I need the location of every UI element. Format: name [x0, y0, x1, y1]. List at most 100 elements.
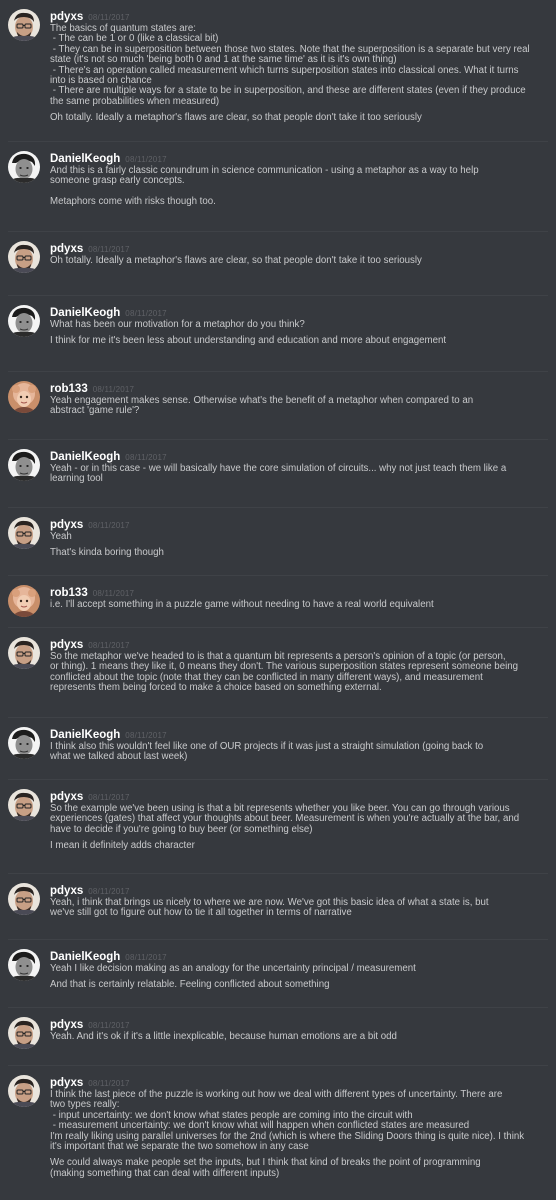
message-group: DanielKeogh 08/11/2017 Yeah I like decisio…: [0, 948, 556, 991]
message-header: DanielKeogh 08/11/2017: [50, 304, 548, 320]
message-group: pdyxs 08/11/2017 So the metaphor we've hea…: [0, 636, 556, 694]
pdyxs-avatar[interactable]: [8, 789, 40, 821]
message-divider: [8, 779, 548, 780]
pdyxs-avatar[interactable]: [8, 1017, 40, 1049]
chat-log: pdyxs 08/11/2017 The basics of quantum sta…: [0, 0, 556, 1200]
timestamp: 08/11/2017: [88, 245, 130, 254]
username[interactable]: pdyxs: [50, 885, 83, 897]
rob133-avatar[interactable]: [8, 585, 40, 617]
message-group: DanielKeogh 08/11/2017 And this is a fairl…: [0, 150, 556, 207]
message-header: rob133 08/11/2017: [50, 380, 548, 396]
username[interactable]: pdyxs: [50, 1019, 83, 1031]
message-header: pdyxs 08/11/2017: [50, 1016, 548, 1032]
pdyxs-avatar[interactable]: [8, 637, 40, 669]
message-header: DanielKeogh 08/11/2017: [50, 948, 548, 964]
message-header: DanielKeogh 08/11/2017: [50, 448, 548, 464]
pdyxs-avatar[interactable]: [8, 1075, 40, 1107]
username[interactable]: DanielKeogh: [50, 307, 120, 319]
message-divider: [8, 717, 548, 718]
timestamp: 08/11/2017: [125, 731, 167, 740]
message-text: Yeah I like decision making as an analog…: [50, 963, 416, 974]
username[interactable]: pdyxs: [50, 1077, 83, 1089]
message-text: (making something that can deal with dif…: [50, 1167, 280, 1179]
message-divider: [8, 873, 548, 874]
message-divider: [8, 939, 548, 940]
timestamp: 08/11/2017: [88, 13, 130, 22]
pdyxs-avatar[interactable]: [8, 517, 40, 549]
username[interactable]: DanielKeogh: [50, 951, 120, 963]
message-text: have to decide if you're going to buy be…: [50, 823, 313, 835]
message-text: I mean it definitely adds character: [50, 840, 195, 852]
message-group: rob133 08/11/2017 i.e. I'll accept somethi…: [0, 584, 556, 617]
message-group: DanielKeogh 08/11/2017 I think also this w…: [0, 726, 556, 763]
username[interactable]: pdyxs: [50, 519, 83, 531]
message-text: what we talked about last week): [50, 751, 188, 763]
timestamp: 08/11/2017: [88, 521, 130, 530]
message-divider: [8, 507, 548, 508]
message-divider: [8, 141, 548, 142]
message-header: pdyxs 08/11/2017: [50, 636, 548, 652]
danielkeogh-avatar[interactable]: [8, 449, 40, 481]
message-header: pdyxs 08/11/2017: [50, 8, 548, 24]
username[interactable]: DanielKeogh: [50, 153, 120, 165]
message-group: pdyxs 08/11/2017 Yeah, i think that brings…: [0, 882, 556, 919]
message-header: rob133 08/11/2017: [50, 584, 548, 600]
message-header: DanielKeogh 08/11/2017: [50, 150, 548, 166]
danielkeogh-avatar[interactable]: [8, 305, 40, 337]
message-group: pdyxs 08/11/2017 The basics of quantum sta…: [0, 8, 556, 124]
message-group: DanielKeogh 08/11/2017 Yeah - or in this c…: [0, 448, 556, 485]
message-group: pdyxs 08/11/2017 Oh totally. Ideally a met…: [0, 240, 556, 273]
danielkeogh-avatar[interactable]: [8, 949, 40, 981]
message-text: I think the last piece of the puzzle is …: [50, 1089, 503, 1100]
username[interactable]: rob133: [50, 383, 88, 395]
username[interactable]: pdyxs: [50, 11, 83, 23]
message-group: DanielKeogh 08/11/2017 What has been our m…: [0, 304, 556, 347]
message-text: What has been our motivation for a metap…: [50, 319, 305, 330]
message-divider: [8, 295, 548, 296]
rob133-avatar[interactable]: [8, 381, 40, 413]
message-text: That's kinda boring though: [50, 547, 164, 559]
message-group: pdyxs 08/11/2017 Yeah That's kinda boring t…: [0, 516, 556, 559]
danielkeogh-avatar[interactable]: [8, 151, 40, 183]
message-divider: [8, 371, 548, 372]
message-header: pdyxs 08/11/2017: [50, 882, 548, 898]
username[interactable]: rob133: [50, 587, 88, 599]
message-text: And that is certainly relatable. Feeling…: [50, 979, 330, 991]
timestamp: 08/11/2017: [125, 953, 167, 962]
message-text: represents them being forced to make a c…: [50, 682, 382, 694]
username[interactable]: pdyxs: [50, 639, 83, 651]
pdyxs-avatar[interactable]: [8, 9, 40, 41]
timestamp: 08/11/2017: [125, 453, 167, 462]
message-text: someone grasp early concepts.: [50, 175, 185, 187]
username[interactable]: DanielKeogh: [50, 729, 120, 741]
username[interactable]: DanielKeogh: [50, 451, 120, 463]
timestamp: 08/11/2017: [92, 385, 135, 394]
timestamp: 08/11/2017: [125, 155, 167, 164]
message-text: Metaphors come with risks though too.: [50, 195, 216, 207]
message-text: abstract 'game rule'?: [50, 405, 140, 417]
message-divider: [8, 1007, 548, 1008]
message-text: Yeah. And it's ok if it's a little inexp…: [50, 1031, 397, 1042]
timestamp: 08/11/2017: [125, 309, 167, 318]
message-text: the same probabilities when measured): [50, 95, 220, 107]
message-group: pdyxs 08/11/2017 Yeah. And it's ok if it's…: [0, 1016, 556, 1049]
message-text: Yeah - or in this case - we will basical…: [50, 463, 507, 474]
message-group: pdyxs 08/11/2017 I think the last piece of…: [0, 1074, 556, 1179]
timestamp: 08/11/2017: [88, 1079, 130, 1088]
timestamp: 08/11/2017: [92, 589, 135, 598]
message-group: pdyxs 08/11/2017 So the example we've been…: [0, 788, 556, 852]
message-header: pdyxs 08/11/2017: [50, 516, 548, 532]
message-divider: [8, 231, 548, 232]
message-text: learning tool: [50, 473, 103, 485]
message-text: Oh totally. Ideally a metaphor's flaws a…: [50, 255, 422, 266]
message-text: i.e. I'll accept something in a puzzle g…: [50, 599, 434, 610]
message-divider: [8, 439, 548, 440]
username[interactable]: pdyxs: [50, 243, 83, 255]
pdyxs-avatar[interactable]: [8, 883, 40, 915]
username[interactable]: pdyxs: [50, 791, 83, 803]
message-header: pdyxs 08/11/2017: [50, 788, 548, 804]
pdyxs-avatar[interactable]: [8, 241, 40, 273]
message-text: we've still got to figure out how to tie…: [50, 907, 352, 919]
timestamp: 08/11/2017: [88, 641, 130, 650]
danielkeogh-avatar[interactable]: [8, 727, 40, 759]
